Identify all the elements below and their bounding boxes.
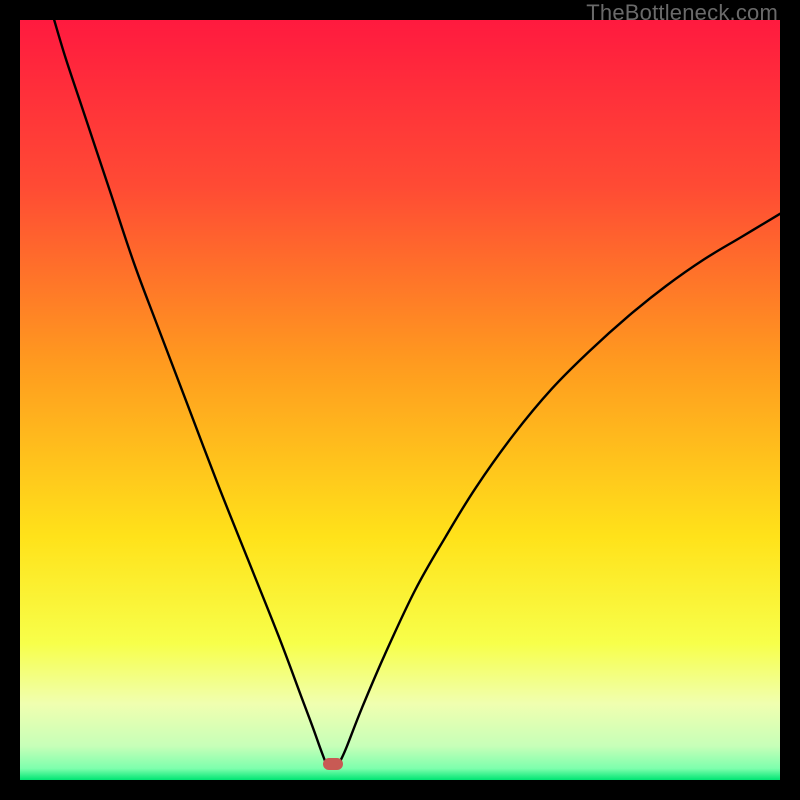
chart-frame [20,20,780,780]
optimal-marker [323,758,343,770]
gradient-background [20,20,780,780]
bottleneck-chart [20,20,780,780]
watermark-text: TheBottleneck.com [586,0,778,26]
